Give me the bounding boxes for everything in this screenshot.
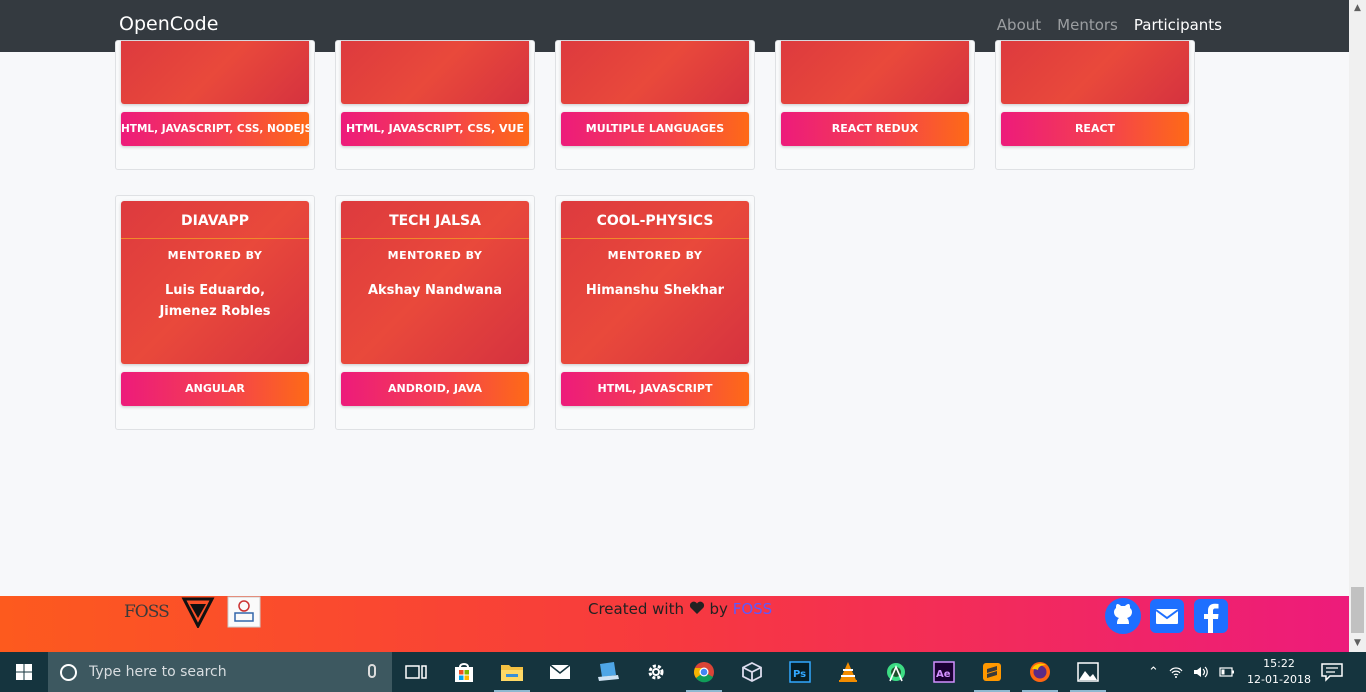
mentored-by-label: MENTORED BY <box>387 249 483 262</box>
project-title: TECH JALSA <box>341 201 529 239</box>
project-card-tech-jalsa: TECH JALSA MENTORED BY Akshay Nandwana A… <box>335 195 535 430</box>
scroll-thumb[interactable] <box>1351 587 1364 633</box>
task-view-icon[interactable] <box>392 652 440 692</box>
mail-app-icon[interactable] <box>536 652 584 692</box>
mentor-name: Himanshu Shekhar <box>585 283 725 298</box>
photoshop-icon[interactable]: Ps <box>776 652 824 692</box>
project-card-diavapp: DIAVAPP MENTORED BY Luis Eduardo, Jimene… <box>115 195 315 430</box>
nav-participants-link[interactable]: Participants <box>1134 16 1222 34</box>
file-explorer-icon[interactable] <box>488 652 536 692</box>
system-clock[interactable]: 15:22 12-01-2018 <box>1244 656 1314 688</box>
battery-icon[interactable] <box>1219 667 1235 677</box>
project-card: MULTIPLE LANGUAGES <box>555 40 755 170</box>
svg-text:Ps: Ps <box>793 669 806 680</box>
nav-links: About Mentors Participants <box>997 16 1222 34</box>
project-card: REACT REDUX <box>775 40 975 170</box>
footer: FOSS Created with by FOSS <box>0 596 1349 652</box>
mentored-by-label: MENTORED BY <box>607 249 703 262</box>
project-tag-button[interactable]: HTML, JAVASCRIPT, CSS, NODEJS <box>121 112 309 146</box>
project-card-header <box>561 41 749 104</box>
credit-prefix: Created with <box>588 600 684 618</box>
project-card: REACT <box>995 40 1195 170</box>
mentor-name: Luis Eduardo, Jimenez Robles <box>159 283 271 319</box>
store-icon[interactable] <box>440 652 488 692</box>
college-crest-icon[interactable] <box>227 596 261 628</box>
project-tag-button[interactable]: REACT <box>1001 112 1189 146</box>
cortana-icon <box>60 663 77 681</box>
project-title: COOL-PHYSICS <box>561 201 749 239</box>
project-tag-button[interactable]: HTML, JAVASCRIPT <box>561 372 749 406</box>
taskbar-search[interactable] <box>48 652 392 692</box>
credit-by: by <box>709 600 728 618</box>
volume-icon[interactable] <box>1193 666 1209 678</box>
vertical-scrollbar[interactable]: ▲ ▼ <box>1349 0 1366 652</box>
taskbar-apps: Ps Ae <box>392 652 1112 692</box>
laptop-app-icon[interactable] <box>584 652 632 692</box>
virtualbox-icon[interactable] <box>728 652 776 692</box>
facebook-icon[interactable] <box>1193 598 1229 634</box>
project-tag-button[interactable]: HTML, JAVASCRIPT, CSS, VUE <box>341 112 529 146</box>
scroll-up-arrow-icon[interactable]: ▲ <box>1349 0 1366 17</box>
chevron-up-icon[interactable]: ⌃ <box>1148 665 1159 680</box>
project-card-header <box>121 41 309 104</box>
project-card-header <box>781 41 969 104</box>
scroll-down-arrow-icon[interactable]: ▼ <box>1349 635 1366 652</box>
android-studio-icon[interactable] <box>872 652 920 692</box>
project-card: HTML, JAVASCRIPT, CSS, VUE <box>335 40 535 170</box>
nav-mentors-link[interactable]: Mentors <box>1057 16 1118 34</box>
project-tag-button[interactable]: REACT REDUX <box>781 112 969 146</box>
project-card: HTML, JAVASCRIPT, CSS, NODEJS <box>115 40 315 170</box>
footer-logos: FOSS <box>124 596 261 628</box>
clock-time: 15:22 <box>1263 657 1295 670</box>
github-icon[interactable] <box>1105 598 1141 634</box>
sublime-text-icon[interactable] <box>968 652 1016 692</box>
project-card-body: COOL-PHYSICS MENTORED BY Himanshu Shekha… <box>561 201 749 364</box>
project-tag-button[interactable]: MULTIPLE LANGUAGES <box>561 112 749 146</box>
project-card-body: DIAVAPP MENTORED BY Luis Eduardo, Jimene… <box>121 201 309 364</box>
taskbar-search-input[interactable] <box>89 664 349 680</box>
vlc-icon[interactable] <box>824 652 872 692</box>
clock-date: 12-01-2018 <box>1247 673 1311 686</box>
nav-about-link[interactable]: About <box>997 16 1041 34</box>
wifi-icon[interactable] <box>1169 666 1183 678</box>
project-card-cool-physics: COOL-PHYSICS MENTORED BY Himanshu Shekha… <box>555 195 755 430</box>
settings-icon[interactable] <box>632 652 680 692</box>
start-button[interactable] <box>0 652 48 692</box>
foss-logo[interactable]: FOSS <box>124 602 170 622</box>
mail-icon[interactable] <box>1149 598 1185 634</box>
project-card-body: TECH JALSA MENTORED BY Akshay Nandwana <box>341 201 529 364</box>
after-effects-icon[interactable]: Ae <box>920 652 968 692</box>
social-icons <box>1105 598 1229 634</box>
svg-text:Ae: Ae <box>936 669 951 680</box>
system-tray: ⌃ <box>1148 652 1235 692</box>
foss-link[interactable]: FOSS <box>733 600 772 618</box>
microphone-icon[interactable] <box>368 664 376 678</box>
mentored-by-label: MENTORED BY <box>167 249 263 262</box>
project-card-header <box>1001 41 1189 104</box>
mentor-name: Akshay Nandwana <box>367 283 503 298</box>
project-title: DIAVAPP <box>121 201 309 239</box>
footer-credit: Created with by FOSS <box>588 600 772 618</box>
windows-logo-icon <box>16 664 32 680</box>
project-card-header <box>341 41 529 104</box>
firefox-icon[interactable] <box>1016 652 1064 692</box>
photos-icon[interactable] <box>1064 652 1112 692</box>
project-tag-button[interactable]: ANGULAR <box>121 372 309 406</box>
brand-link[interactable]: OpenCode <box>119 13 218 35</box>
project-tag-button[interactable]: ANDROID, JAVA <box>341 372 529 406</box>
windows-taskbar: Ps Ae ⌃ 15:22 12-01-2018 <box>0 652 1366 692</box>
action-center-icon[interactable] <box>1320 662 1344 682</box>
chrome-icon[interactable] <box>680 652 728 692</box>
heart-icon <box>689 601 704 614</box>
shield-logo-icon[interactable] <box>181 596 215 628</box>
